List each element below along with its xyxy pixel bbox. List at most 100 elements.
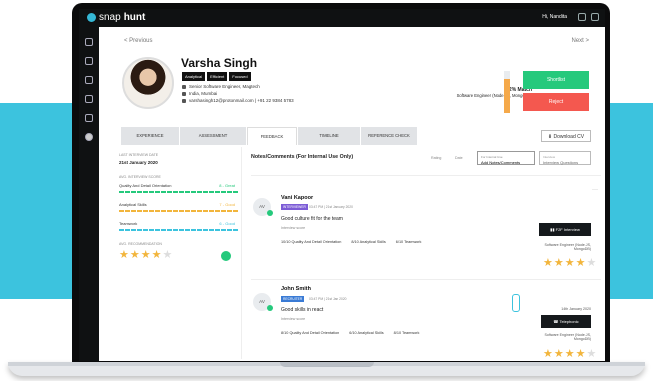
- rating-filter[interactable]: Rating: [431, 156, 441, 160]
- divider: [251, 279, 601, 280]
- note-role: Software Engineer (Node.JS, MongoDB): [544, 333, 591, 341]
- note-date: 14th January 2020: [561, 307, 591, 311]
- main-content: < Previous Next > Varsha Singh Analytica…: [99, 27, 605, 361]
- note-scores: 10/10 Quality And Detail Orientation 8/1…: [281, 240, 421, 244]
- star-icon: ★: [586, 257, 597, 269]
- next-link[interactable]: Next >: [571, 38, 589, 44]
- note-sub: Interview score: [281, 226, 306, 230]
- note-score: 6/10 Teamwork: [395, 240, 422, 244]
- role-badge: INTERVIEWER: [281, 204, 308, 210]
- candidate-title: Senior Software Engineer, Magtech: [189, 84, 260, 89]
- dashboard-icon[interactable]: [85, 38, 93, 46]
- score-analytical: Analytical Skills 7 - Good: [119, 202, 239, 212]
- add-notes-small: For Internal Use: [481, 155, 503, 159]
- briefcase-icon[interactable]: [85, 76, 93, 84]
- candidate-contact: varshasingh12@protonmail.com | +91 22 93…: [189, 98, 294, 103]
- app-logo[interactable]: snap hunt: [87, 12, 145, 23]
- star-icon: ★: [564, 257, 575, 269]
- meeting-type-badge: ▮▮ F2F Interview: [539, 223, 591, 236]
- note-score: 10/10 Quality And Detail Orientation: [281, 240, 342, 244]
- previous-link[interactable]: < Previous: [124, 38, 153, 44]
- logo-icon: [87, 13, 96, 22]
- star-icon: ★: [119, 249, 129, 261]
- star-icon: ★: [129, 249, 140, 261]
- meeting-type-label: F2F Interview: [555, 227, 580, 232]
- star-icon: ★: [575, 348, 586, 360]
- divider: [251, 175, 601, 176]
- star-icon: ★: [564, 348, 575, 360]
- note-author: John Smith: [281, 286, 311, 292]
- profile-tabs: EXPERIENCE ASSESSMENT FEEDBACK TIMELINE …: [121, 127, 417, 145]
- star-icon: ★: [543, 348, 553, 360]
- tab-assessment[interactable]: ASSESSMENT: [180, 127, 246, 145]
- tag: Analytical: [182, 72, 206, 81]
- user-menu[interactable]: Hi, Nandita: [542, 14, 567, 20]
- note-stars: ★ ★ ★ ★ ★: [543, 258, 596, 269]
- date-filter[interactable]: Date: [455, 156, 463, 160]
- interview-questions-small: Interview: [543, 155, 556, 159]
- shortlist-button[interactable]: Shortlist: [523, 71, 589, 89]
- clipboard-icon[interactable]: [85, 114, 93, 122]
- match-info: 82% Match Software Engineer (Node.JS, Mo…: [432, 87, 532, 99]
- note-scores: 8/10 Quality And Detail Orientation 6/10…: [281, 331, 419, 335]
- logout-icon[interactable]: [591, 13, 599, 21]
- note-text: Good skills in react: [281, 307, 324, 313]
- note-initials: AV: [259, 299, 265, 304]
- score-teamwork: Teamwork 6 - Good: [119, 221, 239, 231]
- notes-title: Notes/Comments (For Internal Use Only): [251, 154, 354, 160]
- logo-text-a: snap: [99, 12, 121, 23]
- note-initials: AV: [259, 204, 265, 209]
- tab-timeline[interactable]: TIMELINE: [298, 127, 360, 145]
- star-icon: ★: [575, 257, 586, 269]
- note-score: 6/10 Analytical Skills: [349, 331, 384, 335]
- note-item: AV John Smith RECRUITER 03:47 PM | 21st …: [251, 283, 601, 361]
- star-icon: ★: [151, 249, 162, 261]
- star-icon: ★: [140, 249, 151, 261]
- note-score: 8/10 Quality And Detail Orientation: [281, 331, 340, 335]
- briefcase-icon: [182, 84, 186, 89]
- contact-icon: [182, 98, 186, 103]
- tab-reference-check[interactable]: REFERENCE CHECK: [361, 127, 417, 145]
- match-role: Software Engineer (Node.JS, MongoDB): [456, 93, 532, 98]
- interview-questions-button[interactable]: Interview Interview Questions: [539, 151, 591, 165]
- avg-recommendation-label: AVG. RECOMMENDATION: [119, 242, 162, 246]
- download-cv-label: Download CV: [553, 134, 585, 140]
- star-icon: ★: [586, 348, 597, 360]
- reject-button[interactable]: Reject: [523, 93, 589, 111]
- summary-panel: LAST INTERVIEW DATE 21st January 2020 AV…: [113, 147, 242, 359]
- laptop-base: [8, 362, 645, 376]
- candidate-info: Senior Software Engineer, Magtech India,…: [182, 83, 294, 104]
- add-notes-button[interactable]: For Internal Use Add Notes/Comments: [477, 151, 535, 165]
- score-bar: [119, 191, 239, 193]
- tab-experience[interactable]: EXPERIENCE: [121, 127, 179, 145]
- download-cv-button[interactable]: ⬇ Download CV: [541, 130, 591, 142]
- settings-icon[interactable]: [85, 133, 93, 141]
- score-bar: [119, 229, 239, 231]
- score-value: 7 - Good: [219, 202, 235, 207]
- candidate-location: India, Mumbai: [189, 91, 218, 96]
- note-item: AV Vani Kapoor INTERVIEWER 03:47 PM | 21…: [251, 187, 601, 277]
- score-value: 6 - Good: [219, 221, 235, 226]
- add-icon[interactable]: [221, 251, 231, 261]
- note-time: 03:47 PM | 21st January 2020: [309, 205, 353, 209]
- more-icon[interactable]: ···: [592, 187, 598, 193]
- star-icon: ★: [553, 348, 564, 360]
- meeting-type-label: Telephonic: [559, 319, 579, 324]
- chart-icon[interactable]: [85, 57, 93, 65]
- score-quality: Quality And Detail Orientation 8 - Great: [119, 183, 239, 193]
- score-bar: [119, 210, 239, 212]
- recommendation-stars: ★ ★ ★ ★ ★: [119, 250, 172, 261]
- candidate-tags: Analytical Efficient Focused: [182, 72, 251, 81]
- avg-score-label: AVG. INTERVIEW SCORE: [119, 175, 161, 179]
- star-icon: ★: [553, 257, 564, 269]
- status-dot: [267, 305, 273, 311]
- tab-feedback[interactable]: FEEDBACK: [247, 127, 297, 145]
- note-avatar: AV: [253, 293, 273, 311]
- bell-icon[interactable]: [578, 13, 586, 21]
- score-value: 8 - Great: [219, 183, 235, 188]
- note-score: 8/10 Analytical Skills: [351, 240, 386, 244]
- match-gauge: [504, 71, 510, 113]
- users-icon[interactable]: [85, 95, 93, 103]
- app-screen: snap hunt Hi, Nandita < Previous Next > V…: [79, 9, 605, 361]
- add-notes-label: Add Notes/Comments: [481, 160, 521, 165]
